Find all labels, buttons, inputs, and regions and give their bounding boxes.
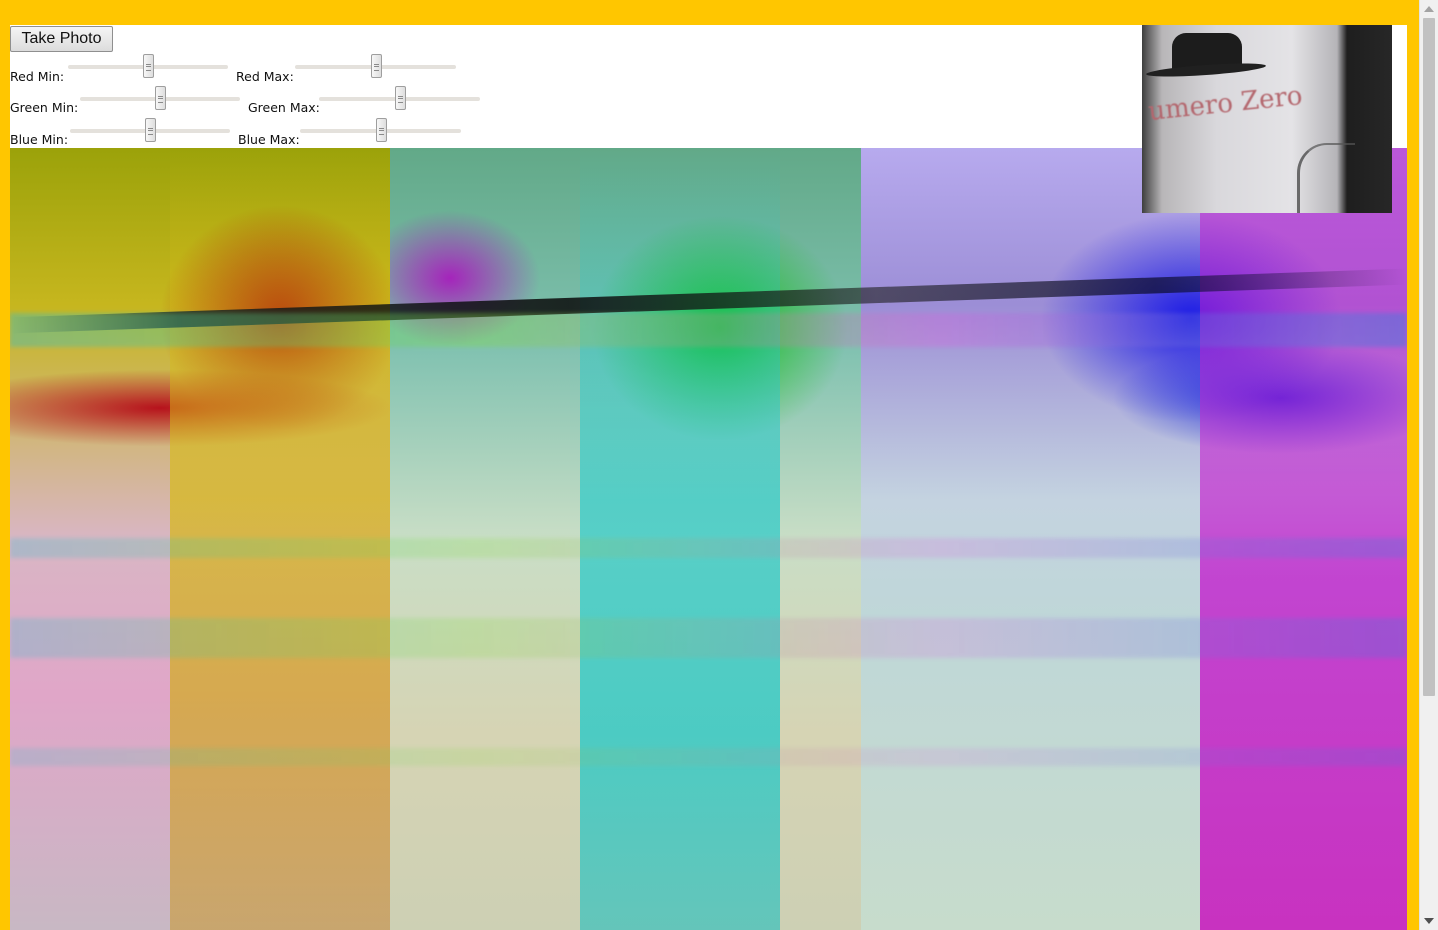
preview-caption: umero Zero	[1146, 80, 1304, 128]
blur-stripe	[10, 538, 1407, 558]
green-min-slider[interactable]	[80, 86, 240, 110]
blur-stripe	[10, 748, 1407, 766]
red-min-label: Red Min:	[10, 69, 65, 84]
blue-max-slider[interactable]	[300, 118, 461, 142]
blue-min-slider[interactable]	[70, 118, 230, 142]
blue-max-slider-thumb[interactable]	[375, 118, 387, 142]
filtered-output-canvas	[10, 148, 1407, 930]
scrollbar-thumb[interactable]	[1423, 18, 1435, 696]
green-max-slider-thumb[interactable]	[394, 86, 406, 110]
green-min-label: Green Min:	[10, 100, 79, 115]
camera-preview: umero Zero	[1142, 25, 1392, 213]
app-area: Take Photo Red Min: Red Max: Green Min: …	[10, 25, 1407, 930]
take-photo-button[interactable]: Take Photo	[10, 26, 113, 52]
page-top-strip	[0, 0, 1420, 25]
red-min-slider[interactable]	[68, 54, 228, 78]
scroll-down-arrow-icon[interactable]	[1424, 918, 1434, 924]
blur-stripe	[10, 313, 1407, 347]
green-min-slider-thumb[interactable]	[155, 86, 166, 110]
hand-image	[1297, 143, 1355, 213]
blue-min-slider-thumb[interactable]	[145, 118, 156, 142]
red-max-label: Red Max:	[236, 69, 294, 84]
blue-max-label: Blue Max:	[238, 132, 300, 147]
scroll-up-arrow-icon[interactable]	[1424, 6, 1434, 12]
green-max-slider[interactable]	[319, 86, 480, 110]
red-max-slider[interactable]	[295, 54, 456, 78]
blue-min-label: Blue Min:	[10, 132, 69, 147]
vertical-scrollbar[interactable]	[1419, 0, 1438, 930]
green-max-label: Green Max:	[248, 100, 320, 115]
blur-stripe	[10, 618, 1407, 658]
red-max-slider-thumb[interactable]	[370, 54, 382, 78]
red-min-slider-thumb[interactable]	[143, 54, 154, 78]
